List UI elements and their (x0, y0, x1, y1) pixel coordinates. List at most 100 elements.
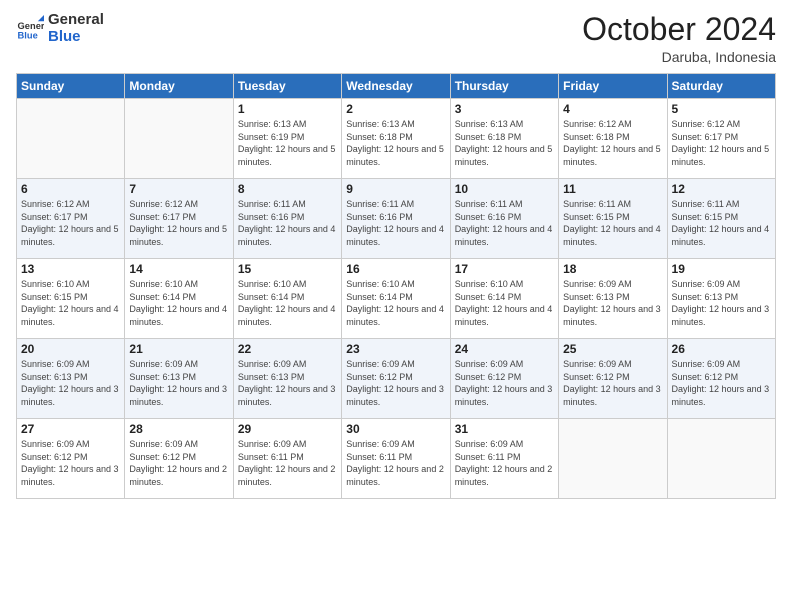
calendar-cell: 28Sunrise: 6:09 AM Sunset: 6:12 PM Dayli… (125, 419, 233, 499)
svg-text:General: General (18, 21, 44, 31)
calendar-cell: 30Sunrise: 6:09 AM Sunset: 6:11 PM Dayli… (342, 419, 450, 499)
title-block: October 2024 Daruba, Indonesia (582, 12, 776, 65)
weekday-header: Saturday (667, 74, 775, 99)
day-info: Sunrise: 6:12 AM Sunset: 6:17 PM Dayligh… (129, 198, 228, 248)
day-info: Sunrise: 6:09 AM Sunset: 6:12 PM Dayligh… (672, 358, 771, 408)
calendar-cell: 21 Sunrise: 6:09 AM Sunset: 6:13 PM Dayli… (125, 339, 233, 419)
day-number: 14 (129, 262, 228, 276)
calendar-cell: 15 Sunrise: 6:10 AM Sunset: 6:14 PM Dayli… (233, 259, 341, 339)
day-info: Sunrise: 6:11 AM Sunset: 6:16 PM Dayligh… (238, 198, 337, 248)
weekday-header: Wednesday (342, 74, 450, 99)
calendar-cell: 11Sunrise: 6:11 AM Sunset: 6:15 PM Dayli… (559, 179, 667, 259)
day-number: 7 (129, 182, 228, 196)
logo-text: General Blue (48, 12, 104, 45)
day-number: 11 (563, 182, 662, 196)
day-number: 18 (563, 262, 662, 276)
header: General Blue General Blue October 2024 D… (16, 12, 776, 65)
calendar-cell: 4Sunrise: 6:12 AM Sunset: 6:18 PM Daylig… (559, 99, 667, 179)
weekday-header: Friday (559, 74, 667, 99)
calendar-cell: 12Sunrise: 6:11 AM Sunset: 6:15 PM Dayli… (667, 179, 775, 259)
calendar-cell: 6 Sunrise: 6:12 AM Sunset: 6:17 PM Daylig… (17, 179, 125, 259)
day-info: Sunrise: 6:13 AM Sunset: 6:19 PM Dayligh… (238, 118, 337, 168)
calendar-header: SundayMondayTuesdayWednesdayThursdayFrid… (17, 74, 776, 99)
day-info: Sunrise: 6:10 AM Sunset: 6:14 PM Dayligh… (129, 278, 228, 328)
header-row: SundayMondayTuesdayWednesdayThursdayFrid… (17, 74, 776, 99)
calendar-cell: 13Sunrise: 6:10 AM Sunset: 6:15 PM Dayli… (17, 259, 125, 339)
calendar-cell: 23 Sunrise: 6:09 AM Sunset: 6:12 PM Dayli… (342, 339, 450, 419)
day-info: Sunrise: 6:10 AM Sunset: 6:14 PM Dayligh… (238, 278, 337, 328)
calendar-cell (667, 419, 775, 499)
day-info: Sunrise: 6:10 AM Sunset: 6:14 PM Dayligh… (346, 278, 445, 328)
day-number: 28 (129, 422, 228, 436)
calendar-cell (17, 99, 125, 179)
day-number: 25 (563, 342, 662, 356)
calendar-cell: 9Sunrise: 6:11 AM Sunset: 6:16 PM Daylig… (342, 179, 450, 259)
logo: General Blue General Blue (16, 12, 104, 45)
day-number: 23 (346, 342, 445, 356)
logo-general-text: General (48, 12, 104, 29)
day-number: 2 (346, 102, 445, 116)
day-number: 26 (672, 342, 771, 356)
calendar-cell: 8 Sunrise: 6:11 AM Sunset: 6:16 PM Daylig… (233, 179, 341, 259)
day-number: 29 (238, 422, 337, 436)
day-info: Sunrise: 6:11 AM Sunset: 6:16 PM Dayligh… (455, 198, 554, 248)
day-info: Sunrise: 6:09 AM Sunset: 6:12 PM Dayligh… (346, 358, 445, 408)
calendar-cell: 31Sunrise: 6:09 AM Sunset: 6:11 PM Dayli… (450, 419, 558, 499)
calendar-week-row: 1Sunrise: 6:13 AM Sunset: 6:19 PM Daylig… (17, 99, 776, 179)
day-info: Sunrise: 6:10 AM Sunset: 6:14 PM Dayligh… (455, 278, 554, 328)
day-number: 20 (21, 342, 120, 356)
logo-icon: General Blue (16, 15, 44, 43)
day-number: 21 (129, 342, 228, 356)
calendar-cell: 17 Sunrise: 6:10 AM Sunset: 6:14 PM Dayli… (450, 259, 558, 339)
calendar-cell: 2Sunrise: 6:13 AM Sunset: 6:18 PM Daylig… (342, 99, 450, 179)
calendar-week-row: 27 Sunrise: 6:09 AM Sunset: 6:12 PM Dayli… (17, 419, 776, 499)
calendar-cell: 24 Sunrise: 6:09 AM Sunset: 6:12 PM Dayli… (450, 339, 558, 419)
day-info: Sunrise: 6:12 AM Sunset: 6:17 PM Dayligh… (21, 198, 120, 248)
day-info: Sunrise: 6:09 AM Sunset: 6:12 PM Dayligh… (21, 438, 120, 488)
day-number: 6 (21, 182, 120, 196)
calendar-cell: 3Sunrise: 6:13 AM Sunset: 6:18 PM Daylig… (450, 99, 558, 179)
calendar-cell: 1Sunrise: 6:13 AM Sunset: 6:19 PM Daylig… (233, 99, 341, 179)
day-info: Sunrise: 6:11 AM Sunset: 6:15 PM Dayligh… (672, 198, 771, 248)
calendar-cell: 25 Sunrise: 6:09 AM Sunset: 6:12 PM Dayli… (559, 339, 667, 419)
calendar-cell: 20 Sunrise: 6:09 AM Sunset: 6:13 PM Dayli… (17, 339, 125, 419)
day-info: Sunrise: 6:09 AM Sunset: 6:12 PM Dayligh… (455, 358, 554, 408)
calendar-cell: 14 Sunrise: 6:10 AM Sunset: 6:14 PM Dayli… (125, 259, 233, 339)
day-number: 15 (238, 262, 337, 276)
calendar-cell: 22Sunrise: 6:09 AM Sunset: 6:13 PM Dayli… (233, 339, 341, 419)
day-number: 16 (346, 262, 445, 276)
calendar-cell (559, 419, 667, 499)
day-info: Sunrise: 6:09 AM Sunset: 6:12 PM Dayligh… (563, 358, 662, 408)
calendar-cell: 19 Sunrise: 6:09 AM Sunset: 6:13 PM Dayli… (667, 259, 775, 339)
subtitle: Daruba, Indonesia (582, 49, 776, 65)
svg-text:Blue: Blue (18, 30, 38, 40)
calendar-cell: 5Sunrise: 6:12 AM Sunset: 6:17 PM Daylig… (667, 99, 775, 179)
calendar-week-row: 20 Sunrise: 6:09 AM Sunset: 6:13 PM Dayli… (17, 339, 776, 419)
day-info: Sunrise: 6:09 AM Sunset: 6:11 PM Dayligh… (346, 438, 445, 488)
logo-blue-text: Blue (48, 29, 104, 46)
calendar-cell: 26 Sunrise: 6:09 AM Sunset: 6:12 PM Dayli… (667, 339, 775, 419)
day-number: 31 (455, 422, 554, 436)
day-number: 24 (455, 342, 554, 356)
calendar-table: SundayMondayTuesdayWednesdayThursdayFrid… (16, 73, 776, 499)
day-info: Sunrise: 6:09 AM Sunset: 6:13 PM Dayligh… (563, 278, 662, 328)
day-info: Sunrise: 6:09 AM Sunset: 6:13 PM Dayligh… (672, 278, 771, 328)
day-info: Sunrise: 6:11 AM Sunset: 6:16 PM Dayligh… (346, 198, 445, 248)
day-number: 17 (455, 262, 554, 276)
calendar-body: 1Sunrise: 6:13 AM Sunset: 6:19 PM Daylig… (17, 99, 776, 499)
calendar-cell: 7 Sunrise: 6:12 AM Sunset: 6:17 PM Daylig… (125, 179, 233, 259)
weekday-header: Sunday (17, 74, 125, 99)
calendar-cell: 18 Sunrise: 6:09 AM Sunset: 6:13 PM Dayli… (559, 259, 667, 339)
calendar-cell: 27 Sunrise: 6:09 AM Sunset: 6:12 PM Dayli… (17, 419, 125, 499)
page-container: General Blue General Blue October 2024 D… (0, 0, 792, 612)
day-info: Sunrise: 6:09 AM Sunset: 6:13 PM Dayligh… (21, 358, 120, 408)
day-info: Sunrise: 6:09 AM Sunset: 6:13 PM Dayligh… (238, 358, 337, 408)
day-number: 10 (455, 182, 554, 196)
day-number: 19 (672, 262, 771, 276)
day-number: 13 (21, 262, 120, 276)
calendar-week-row: 6 Sunrise: 6:12 AM Sunset: 6:17 PM Daylig… (17, 179, 776, 259)
day-info: Sunrise: 6:09 AM Sunset: 6:13 PM Dayligh… (129, 358, 228, 408)
day-number: 8 (238, 182, 337, 196)
day-number: 27 (21, 422, 120, 436)
calendar-week-row: 13Sunrise: 6:10 AM Sunset: 6:15 PM Dayli… (17, 259, 776, 339)
